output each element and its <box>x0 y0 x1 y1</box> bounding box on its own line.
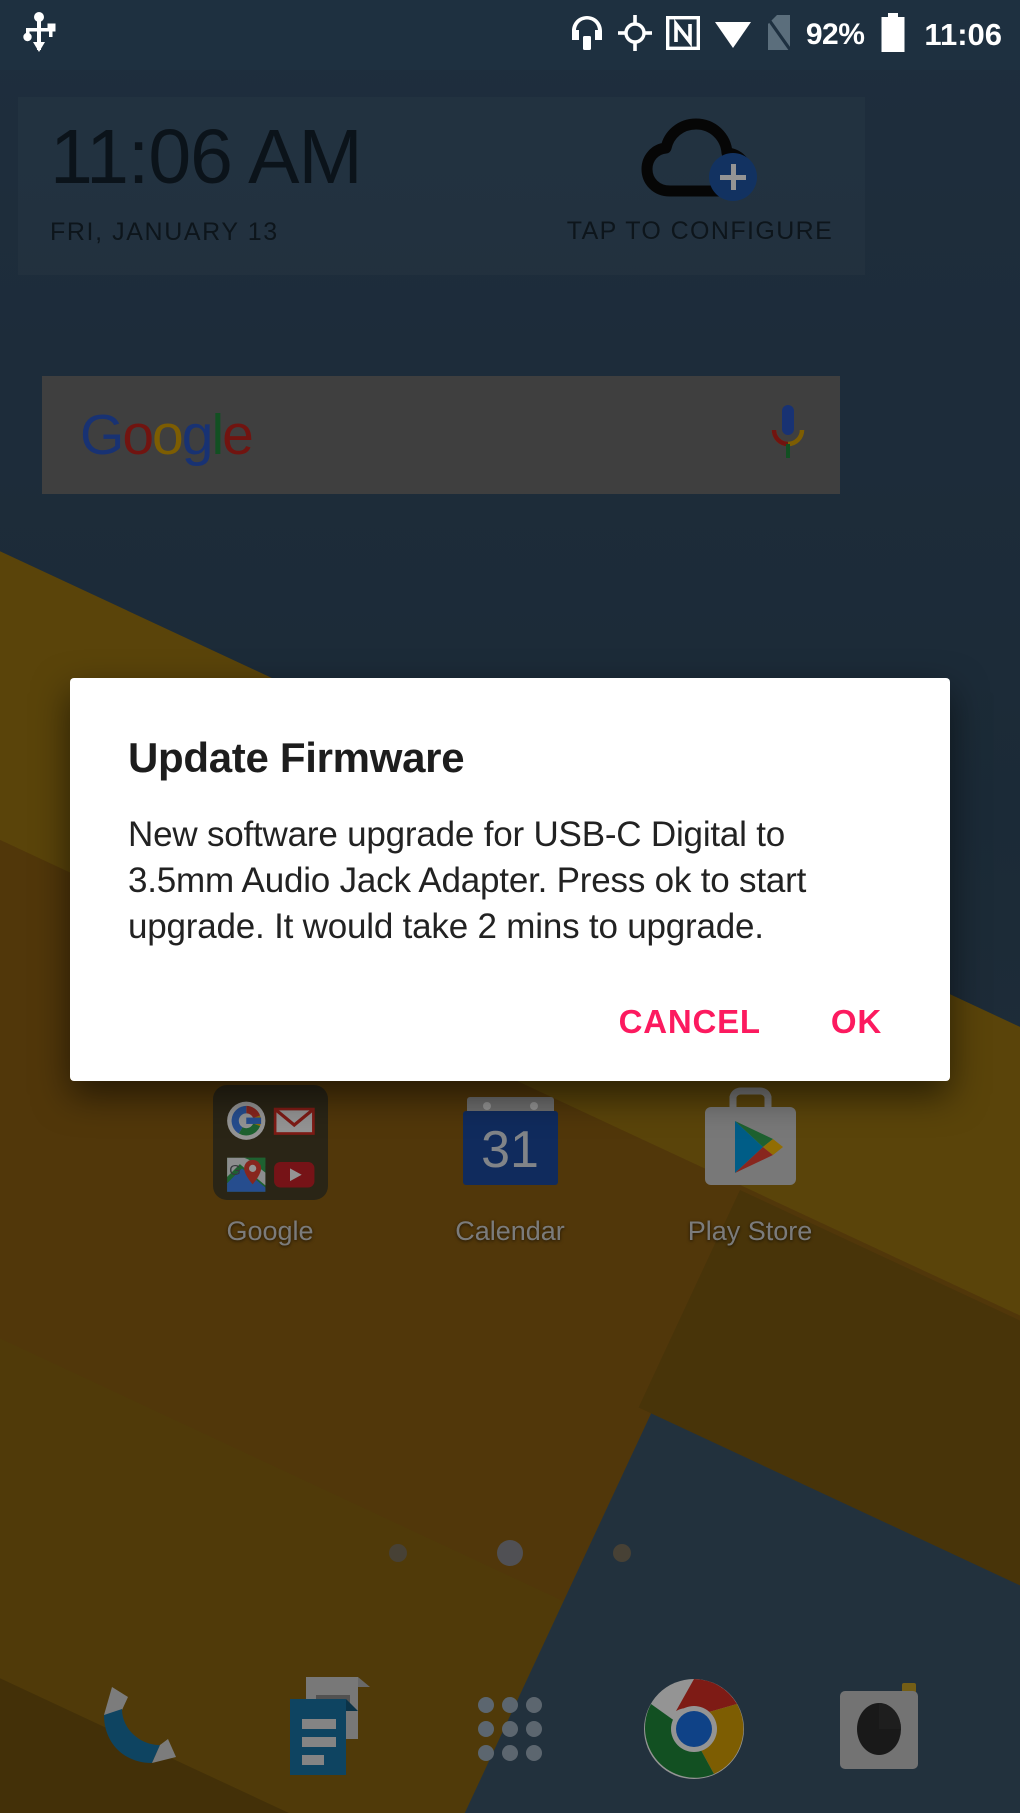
dialog-title: Update Firmware <box>128 734 465 781</box>
dialog-message: New software upgrade for USB-C Digital t… <box>128 815 807 947</box>
dialog-actions: CANCEL OK <box>128 951 892 1081</box>
status-bar-clock: 11:06 <box>924 17 1002 52</box>
no-sim-icon <box>765 14 793 57</box>
status-bar[interactable]: 92% 11:06 <box>0 0 1020 70</box>
battery-percent-label: 92% <box>805 18 865 51</box>
wifi-icon <box>714 17 752 54</box>
battery-icon <box>880 12 906 58</box>
update-firmware-dialog: Update Firmware New software upgrade for… <box>70 678 950 1081</box>
gps-icon <box>617 14 652 56</box>
status-bar-left <box>22 11 56 59</box>
headset-icon <box>570 14 604 57</box>
status-bar-right: 92% 11:06 <box>570 12 1002 58</box>
usb-icon <box>22 11 56 59</box>
cancel-button[interactable]: CANCEL <box>619 1003 761 1041</box>
nfc-icon <box>665 15 700 56</box>
ok-button[interactable]: OK <box>831 1003 882 1041</box>
